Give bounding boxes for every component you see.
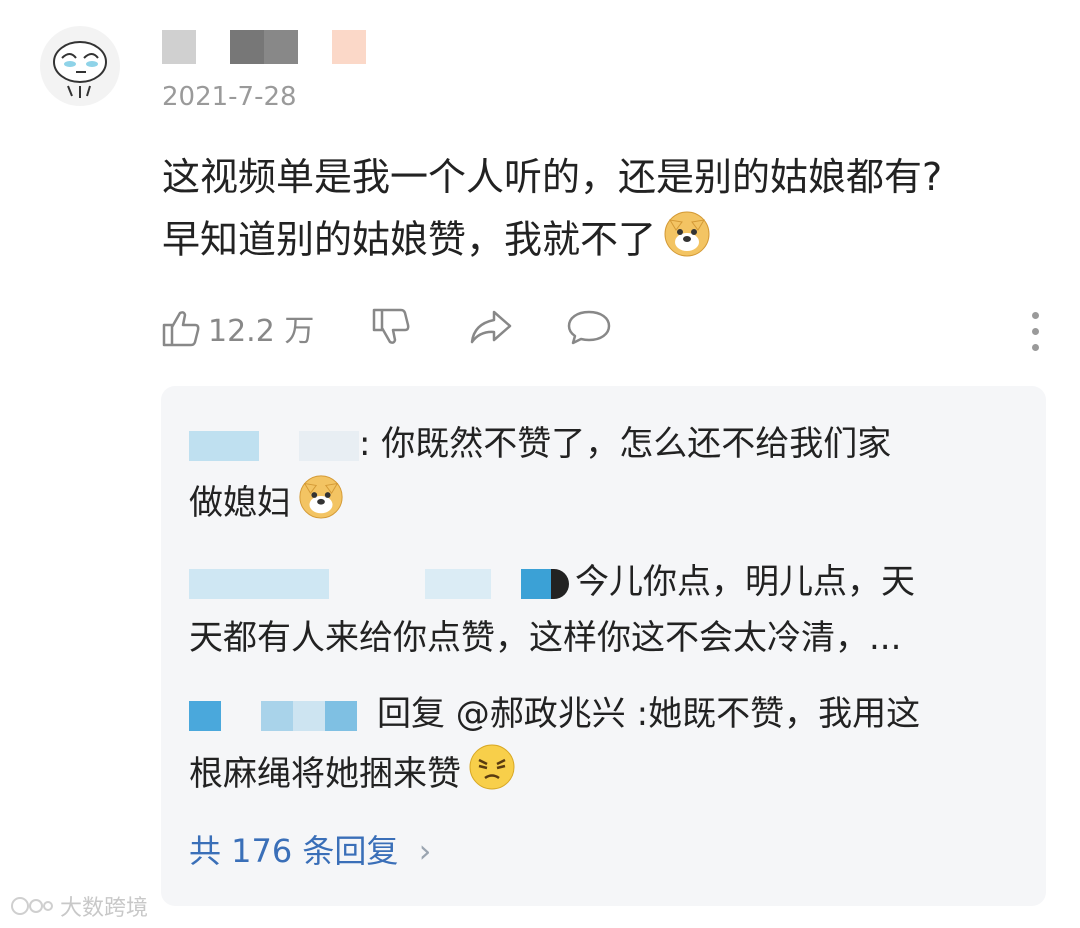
share-icon [470,310,512,344]
share-button[interactable] [468,306,514,348]
annoyed-emoji [467,742,517,809]
avatar[interactable] [40,26,120,106]
chevron-right-icon: › [418,832,432,870]
like-button[interactable]: 12.2 万 [160,306,314,350]
doge-emoji [297,472,345,537]
comment-date: 2021-7-28 [162,82,297,112]
comment-icon [567,310,611,345]
comment-action-bar: 12.2 万 [160,306,1040,354]
more-icon [1031,312,1039,319]
reply-item[interactable]: 今儿你点，明儿点，天 天都有人来给你点赞，这样你这不会太冷清，... [189,554,1019,666]
comment-button[interactable] [566,306,612,348]
username-blurred[interactable] [162,30,366,64]
comment-line-2: 早知道别的姑娘赞，我就不了 [162,208,1042,276]
dislike-button[interactable] [370,306,412,348]
reply-item[interactable]: 回复 @郝政兆兴 :她既不赞，我用这 根麻绳将她捆来赞 [189,686,1019,809]
view-all-replies-link[interactable]: 共 176 条回复 › [189,826,431,872]
dislike-icon [372,308,410,344]
more-options-button[interactable] [1030,312,1040,360]
like-count: 12.2 万 [208,314,315,349]
reply-item[interactable]: : 你既然不赞了，怎么还不给我们家 做媳妇 [189,416,1019,537]
reply-username-blurred[interactable] [189,568,329,599]
avatar-sticker-icon [53,41,107,98]
reply-username-blurred[interactable] [189,430,259,461]
like-icon [162,311,200,347]
comment-body: 这视频单是我一个人听的，还是别的姑娘都有? 早知道别的姑娘赞，我就不了 [162,146,1042,276]
reply-username-blurred[interactable] [189,700,221,731]
watermark-logo-icon [11,897,53,915]
replies-panel: : 你既然不赞了，怎么还不给我们家 做媳妇 今儿你点，明儿点，天 天都有人来给你… [161,386,1046,906]
comment-line-1: 这视频单是我一个人听的，还是别的姑娘都有? [162,155,943,199]
doge-emoji [662,208,712,276]
watermark: 大数跨境 [10,890,148,922]
